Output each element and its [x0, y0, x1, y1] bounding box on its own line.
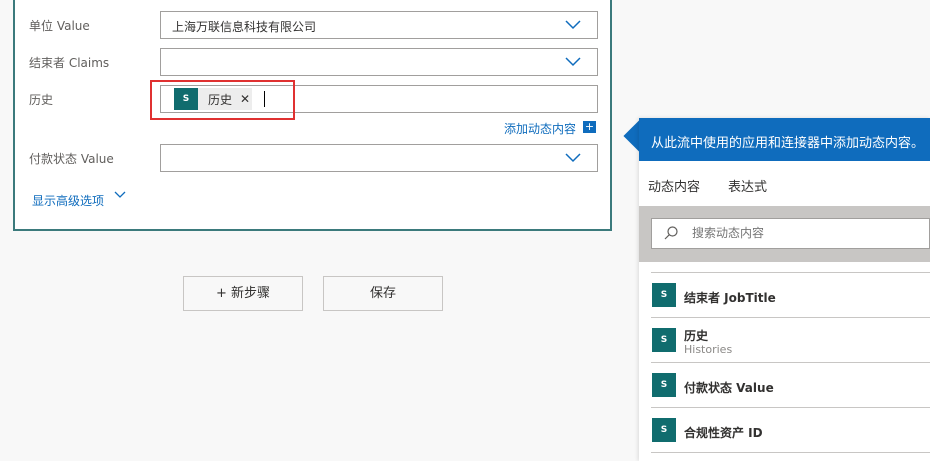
item-title: 历史 — [684, 329, 709, 343]
plus-icon[interactable]: + — [583, 121, 596, 133]
sharepoint-icon: S — [652, 328, 676, 352]
item-title: 付款状态 Value — [684, 381, 774, 395]
search-box[interactable] — [651, 218, 930, 249]
search-area — [639, 206, 930, 262]
unit-dropdown[interactable]: 上海万联信息科技有限公司 — [160, 11, 598, 39]
list-item[interactable]: S 合规性资产 ID — [651, 408, 930, 453]
chevron-down-icon[interactable] — [565, 57, 581, 67]
search-icon — [664, 226, 678, 240]
sharepoint-icon: S — [652, 418, 676, 442]
field-label-payment-status: 付款状态 Value — [29, 152, 114, 166]
panel-header: 从此流中使用的应用和连接器中添加动态内容。 — [639, 118, 930, 161]
chevron-down-icon[interactable] — [114, 191, 126, 199]
highlight-box — [150, 80, 295, 120]
field-label-unit: 单位 Value — [29, 19, 90, 33]
tab-expression[interactable]: 表达式 — [728, 176, 767, 195]
field-label-history: 历史 — [29, 93, 54, 107]
show-advanced-options[interactable]: 显示高级选项 — [32, 192, 104, 209]
action-card: 单位 Value 上海万联信息科技有限公司 结束者 Claims 历史 S 历史… — [13, 0, 612, 231]
list-item[interactable]: S 付款状态 Value — [651, 363, 930, 408]
list-item[interactable]: S 结束者 JobTitle — [651, 273, 930, 318]
list-item[interactable]: S 历史 Histories — [651, 318, 930, 363]
payment-status-dropdown[interactable] — [160, 144, 598, 172]
sharepoint-icon: S — [652, 283, 676, 307]
search-input[interactable] — [692, 226, 912, 240]
item-subtitle: Histories — [684, 343, 733, 356]
chevron-down-icon[interactable] — [565, 153, 581, 163]
unit-value: 上海万联信息科技有限公司 — [172, 20, 317, 34]
item-title: 合规性资产 ID — [684, 426, 763, 440]
chevron-down-icon[interactable] — [565, 20, 581, 30]
tab-dynamic-content[interactable]: 动态内容 — [648, 176, 700, 195]
sharepoint-icon: S — [652, 373, 676, 397]
new-step-button[interactable]: + 新步骤 — [183, 276, 303, 311]
ender-claims-dropdown[interactable] — [160, 48, 598, 76]
save-button[interactable]: 保存 — [323, 276, 443, 311]
item-title: 结束者 JobTitle — [684, 291, 776, 305]
field-label-ender-claims: 结束者 Claims — [29, 56, 110, 70]
add-dynamic-content-link[interactable]: 添加动态内容 — [504, 120, 576, 137]
dynamic-content-panel: 从此流中使用的应用和连接器中添加动态内容。 动态内容 表达式 S 结束者 Job… — [639, 118, 930, 461]
